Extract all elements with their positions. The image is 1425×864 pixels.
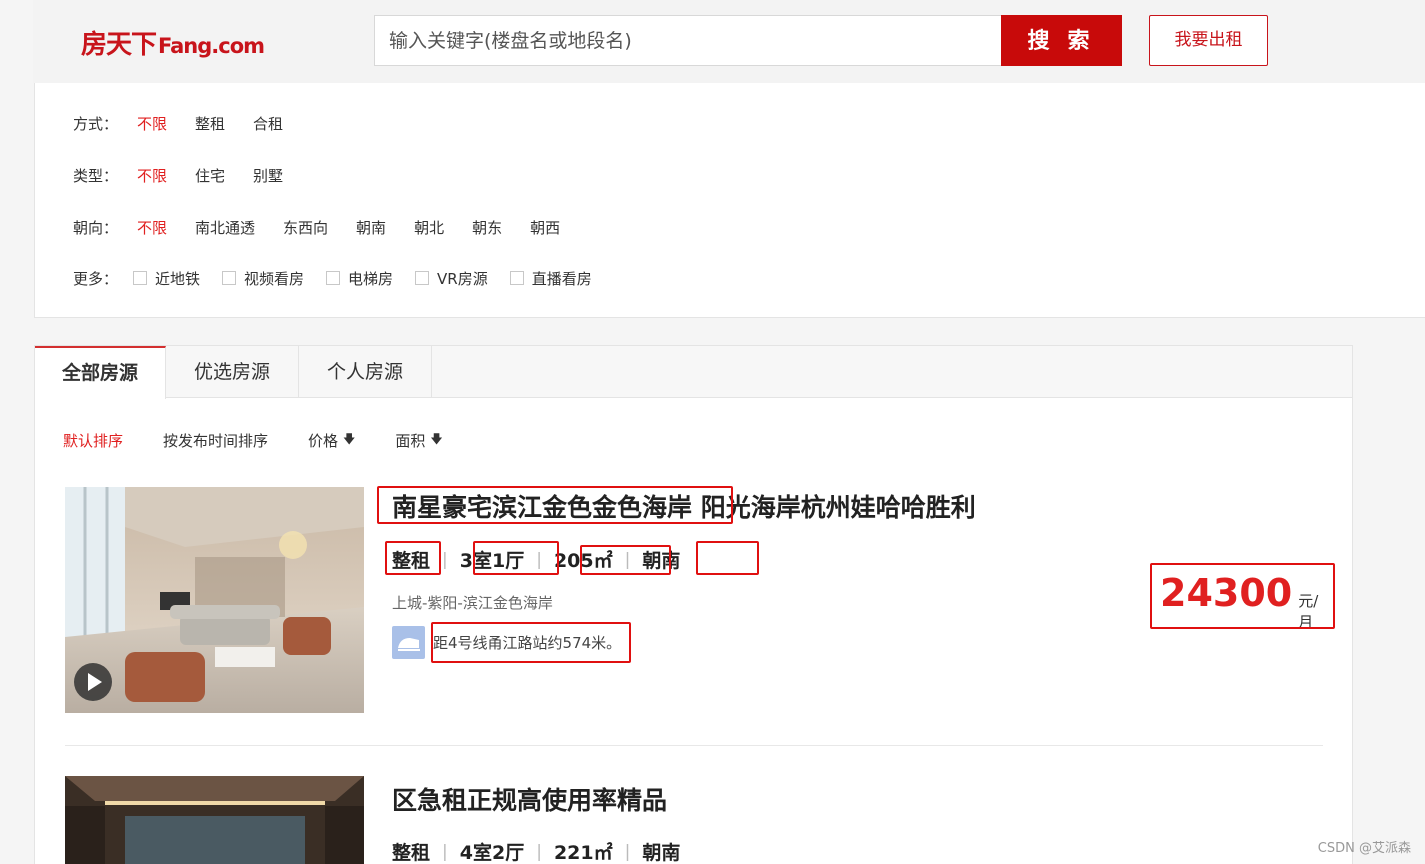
logo[interactable]: 房天下 Fang.com	[81, 24, 265, 64]
room-photo	[65, 776, 364, 864]
sort-label: 价格	[308, 432, 339, 450]
listing-divider	[65, 745, 1323, 746]
checkbox-video-tour[interactable]: 视频看房	[222, 268, 304, 289]
listing-item: 南星豪宅滨江金色金色海岸 阳光海岸杭州娃哈哈胜利 整租 | 3室1厅 | 205…	[65, 486, 1335, 727]
separator: |	[624, 841, 631, 862]
separator: |	[442, 549, 448, 570]
listing-attrs: 整租 | 3室1厅 | 205㎡ | 朝南	[392, 546, 680, 573]
arrow-down-icon: 🡇	[343, 432, 356, 446]
checkbox-box[interactable]	[133, 271, 147, 285]
subway-glyph	[398, 638, 420, 651]
filter-option-west[interactable]: 朝西	[530, 217, 560, 238]
listing-price: 24300 元/月	[1160, 571, 1323, 632]
search-input[interactable]	[374, 15, 1002, 66]
watermark: CSDN @艾派森	[1317, 841, 1411, 856]
listing-title[interactable]: 南星豪宅滨江金色金色海岸 阳光海岸杭州娃哈哈胜利	[392, 488, 976, 524]
room-layout: 3室1厅	[459, 550, 525, 572]
orientation: 朝南	[642, 842, 681, 864]
filter-option-unlimited[interactable]: 不限	[137, 165, 167, 186]
sort-area[interactable]: 面积 🡇	[395, 430, 442, 451]
search-button[interactable]: 搜 索	[1001, 15, 1122, 66]
checkbox-label: 近地铁	[155, 269, 201, 288]
separator: |	[536, 841, 542, 862]
checkbox-label: VR房源	[437, 269, 488, 288]
filter-row-type: 类型： 不限 住宅 别墅	[73, 164, 311, 186]
listing-location[interactable]: 上城-紫阳-滨江金色海岸	[392, 592, 553, 613]
listing-title[interactable]: 区急租正规高使用率精品	[392, 781, 667, 817]
filter-option-unlimited[interactable]: 不限	[137, 217, 167, 238]
listing-attrs: 整租 | 4室2厅 | 221㎡ | 朝南	[392, 838, 680, 864]
listing-photo[interactable]	[65, 487, 364, 713]
listing-metro: 距4号线甬江路站约574米。	[392, 626, 621, 659]
area: 205㎡	[553, 550, 613, 572]
separator: |	[536, 549, 542, 570]
checkbox-elevator[interactable]: 电梯房	[326, 268, 393, 289]
checkbox-live[interactable]: 直播看房	[509, 268, 592, 289]
checkbox-box[interactable]	[415, 271, 430, 285]
rent-type: 整租	[392, 842, 431, 864]
sort-price[interactable]: 价格 🡇	[308, 430, 355, 451]
subway-icon	[392, 626, 425, 659]
filter-label: 朝向：	[73, 218, 119, 237]
filter-row-orientation: 朝向： 不限 南北通透 东西向 朝南 朝北 朝东 朝西	[73, 216, 588, 238]
filter-option-residence[interactable]: 住宅	[195, 165, 225, 186]
filter-label: 方式：	[73, 114, 119, 133]
checkbox-label: 直播看房	[531, 269, 592, 288]
tab-bar: 全部房源 优选房源 个人房源	[35, 346, 1352, 399]
filter-option-east-west[interactable]: 东西向	[283, 217, 328, 238]
tab-personal[interactable]: 个人房源	[299, 346, 432, 398]
filter-option-east[interactable]: 朝东	[472, 217, 502, 238]
separator: |	[442, 841, 448, 862]
room-layout: 4室2厅	[459, 842, 525, 864]
checkbox-vr[interactable]: VR房源	[415, 268, 488, 289]
filter-option-shared[interactable]: 合租	[253, 113, 283, 134]
area: 221㎡	[553, 842, 613, 864]
sort-default[interactable]: 默认排序	[63, 430, 123, 451]
checkbox-label: 电梯房	[348, 269, 394, 288]
logo-cn: 房天下	[81, 30, 157, 60]
filter-label: 类型：	[73, 166, 119, 185]
tab-all[interactable]: 全部房源	[35, 346, 166, 399]
price-value: 24300	[1160, 571, 1293, 615]
checkbox-box[interactable]	[326, 271, 341, 285]
filter-option-villa[interactable]: 别墅	[253, 165, 283, 186]
filter-option-unlimited[interactable]: 不限	[137, 113, 167, 134]
listing-panel: 全部房源 优选房源 个人房源 默认排序 按发布时间排序 价格 🡇 面积 🡇 南星…	[34, 345, 1353, 864]
highlight-box	[696, 541, 759, 575]
metro-distance: 距4号线甬江路站约574米。	[433, 634, 622, 652]
living-room-photo	[65, 487, 364, 713]
filter-row-mode: 方式： 不限 整租 合租	[73, 112, 311, 134]
checkbox-near-metro[interactable]: 近地铁	[133, 268, 200, 289]
separator: |	[624, 549, 631, 570]
filter-option-whole[interactable]: 整租	[195, 113, 225, 134]
filter-panel: 方式： 不限 整租 合租 类型： 不限 住宅 别墅 朝向： 不限 南北通透 东西…	[34, 83, 1425, 318]
header: 房天下 Fang.com 搜 索 我要出租	[33, 0, 1425, 83]
logo-en: Fang.com	[158, 34, 265, 58]
filter-row-more: 更多： 近地铁 视频看房 电梯房 VR房源 直播看房	[73, 267, 614, 289]
tab-preferred[interactable]: 优选房源	[166, 346, 299, 398]
arrow-down-icon: 🡇	[430, 432, 443, 446]
checkbox-box[interactable]	[509, 271, 524, 285]
filter-option-north-south[interactable]: 南北通透	[195, 217, 255, 238]
sort-label: 面积	[395, 432, 426, 450]
rent-type: 整租	[392, 550, 431, 572]
filter-option-south[interactable]: 朝南	[356, 217, 386, 238]
sort-publish-time[interactable]: 按发布时间排序	[163, 430, 268, 451]
checkbox-box[interactable]	[222, 271, 237, 285]
rent-out-button[interactable]: 我要出租	[1149, 15, 1268, 66]
checkbox-label: 视频看房	[244, 269, 305, 288]
sort-bar: 默认排序 按发布时间排序 价格 🡇 面积 🡇	[63, 430, 483, 451]
price-unit: 元/月	[1298, 592, 1319, 631]
filter-label: 更多：	[73, 269, 119, 288]
listing-photo[interactable]	[65, 776, 364, 864]
filter-option-north[interactable]: 朝北	[414, 217, 444, 238]
orientation: 朝南	[642, 550, 681, 572]
listing-item: 区急租正规高使用率精品 整租 | 4室2厅 | 221㎡ | 朝南	[65, 776, 1323, 864]
